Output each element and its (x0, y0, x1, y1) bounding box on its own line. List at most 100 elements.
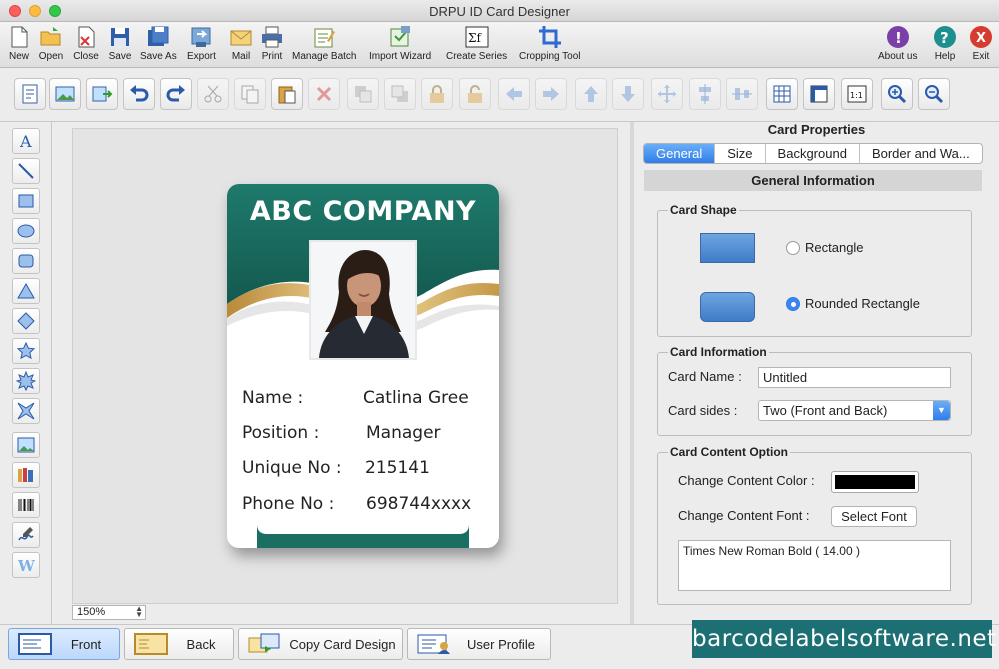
burst-icon (16, 371, 36, 391)
help-button[interactable]: ? Help (932, 24, 958, 62)
diamond-tool[interactable] (12, 308, 40, 334)
signature-tool[interactable] (12, 522, 40, 548)
lock-button[interactable] (421, 78, 453, 110)
watermark-tool[interactable]: W (12, 552, 40, 578)
design-canvas[interactable]: ABC COMPANY Name : Catlina Gree Position… (72, 128, 618, 604)
chevron-down-icon: ▼ (933, 401, 950, 420)
image-tool[interactable] (12, 432, 40, 458)
send-backward-button[interactable] (384, 78, 416, 110)
zoom-out-button[interactable] (918, 78, 950, 110)
move-left-button[interactable] (498, 78, 530, 110)
exit-button[interactable]: X Exit (968, 24, 994, 62)
open-button[interactable]: Open (38, 24, 64, 62)
rectangle-shape-preview[interactable] (700, 233, 755, 263)
rectangle-radio[interactable] (786, 241, 800, 255)
star-tool[interactable] (12, 338, 40, 364)
import-wizard-button[interactable]: Import Wizard (369, 24, 431, 62)
rectangle-tool[interactable] (12, 188, 40, 214)
star-icon (16, 341, 36, 360)
barcode-icon (18, 499, 34, 511)
background-image-button[interactable] (49, 78, 81, 110)
svg-text:W: W (17, 557, 36, 575)
copy-card-design-button[interactable]: Copy Card Design (238, 628, 403, 660)
undo-button[interactable] (123, 78, 155, 110)
phone-no-value[interactable]: 698744xxxx (366, 494, 471, 514)
create-series-button[interactable]: Σf Create Series (446, 24, 507, 62)
save-button[interactable]: Save (107, 24, 133, 62)
barcode-tool[interactable] (12, 492, 40, 518)
print-button[interactable]: Print (259, 24, 285, 62)
copy-design-icon (248, 633, 280, 653)
bring-forward-icon (355, 86, 372, 103)
export-image-button[interactable] (86, 78, 118, 110)
card-shape-group: Card Shape Rectangle Rounded Rectangle (657, 203, 972, 337)
zoom-select[interactable]: 150% ▲ ▼ (72, 605, 146, 620)
phone-no-label[interactable]: Phone No : (242, 494, 334, 514)
new-button[interactable]: New (6, 24, 32, 62)
tab-general[interactable]: General (644, 144, 716, 163)
unique-no-value[interactable]: 215141 (365, 458, 430, 478)
close-button[interactable]: Close (73, 24, 99, 62)
tab-background[interactable]: Background (766, 144, 860, 163)
about-us-button[interactable]: ! About us (878, 24, 917, 62)
unlock-button[interactable] (459, 78, 491, 110)
employee-photo[interactable] (309, 240, 417, 360)
align-horizontal-button[interactable] (726, 78, 758, 110)
rectangle-radio-label[interactable]: Rectangle (805, 240, 864, 255)
save-as-button[interactable]: Save As (140, 24, 177, 62)
name-label[interactable]: Name : (242, 388, 303, 408)
move-right-button[interactable] (535, 78, 567, 110)
line-tool[interactable] (12, 158, 40, 184)
burst-tool[interactable] (12, 368, 40, 394)
svg-text:Σf: Σf (468, 31, 482, 45)
cut-button[interactable] (197, 78, 229, 110)
company-name[interactable]: ABC COMPANY (227, 196, 499, 227)
properties-button[interactable] (14, 78, 46, 110)
ruler-button[interactable] (803, 78, 835, 110)
move-down-button[interactable] (612, 78, 644, 110)
manage-batch-button[interactable]: Manage Batch (292, 24, 357, 62)
unique-no-label[interactable]: Unique No : (242, 458, 342, 478)
name-value[interactable]: Catlina Gree (363, 388, 469, 408)
center-button[interactable] (651, 78, 683, 110)
lock-icon (430, 85, 444, 103)
move-up-button[interactable] (575, 78, 607, 110)
ellipse-tool[interactable] (12, 218, 40, 244)
section-title: General Information (644, 170, 982, 191)
tab-size[interactable]: Size (715, 144, 766, 163)
position-value[interactable]: Manager (366, 423, 441, 443)
rounded-rectangle-radio[interactable] (786, 297, 800, 311)
id-card[interactable]: ABC COMPANY Name : Catlina Gree Position… (227, 184, 499, 548)
properties-tabs: General Size Background Border and Wa... (643, 143, 983, 164)
exit-icon: X (970, 26, 992, 48)
triangle-tool[interactable] (12, 278, 40, 304)
text-tool[interactable]: A (12, 128, 40, 154)
align-vertical-button[interactable] (689, 78, 721, 110)
back-button[interactable]: Back (124, 628, 234, 660)
mail-button[interactable]: Mail (228, 24, 254, 62)
card-name-input[interactable]: Untitled (758, 367, 951, 388)
grid-button[interactable] (766, 78, 798, 110)
copy-button[interactable] (234, 78, 266, 110)
rounded-rectangle-shape-preview[interactable] (700, 292, 755, 322)
rounded-rectangle-tool[interactable] (12, 248, 40, 274)
paste-button[interactable] (271, 78, 303, 110)
zoom-in-button[interactable] (881, 78, 913, 110)
card-sides-select[interactable]: Two (Front and Back) ▼ (758, 400, 951, 421)
delete-button[interactable] (308, 78, 340, 110)
tab-border-and-watermark[interactable]: Border and Wa... (860, 144, 982, 163)
position-label[interactable]: Position : (242, 423, 319, 443)
redo-button[interactable] (160, 78, 192, 110)
export-button[interactable]: Export (187, 24, 216, 62)
rounded-rectangle-radio-label[interactable]: Rounded Rectangle (805, 296, 920, 311)
select-font-button[interactable]: Select Font (831, 506, 917, 527)
import-wizard-icon (390, 26, 411, 47)
user-profile-button[interactable]: User Profile (407, 628, 551, 660)
library-tool[interactable] (12, 462, 40, 488)
bring-forward-button[interactable] (347, 78, 379, 110)
cropping-tool-button[interactable]: Cropping Tool (519, 24, 581, 62)
front-button[interactable]: Front (8, 628, 120, 660)
actual-size-button[interactable]: 1:1 (841, 78, 873, 110)
four-point-star-tool[interactable] (12, 398, 40, 424)
content-color-picker[interactable] (831, 471, 919, 493)
